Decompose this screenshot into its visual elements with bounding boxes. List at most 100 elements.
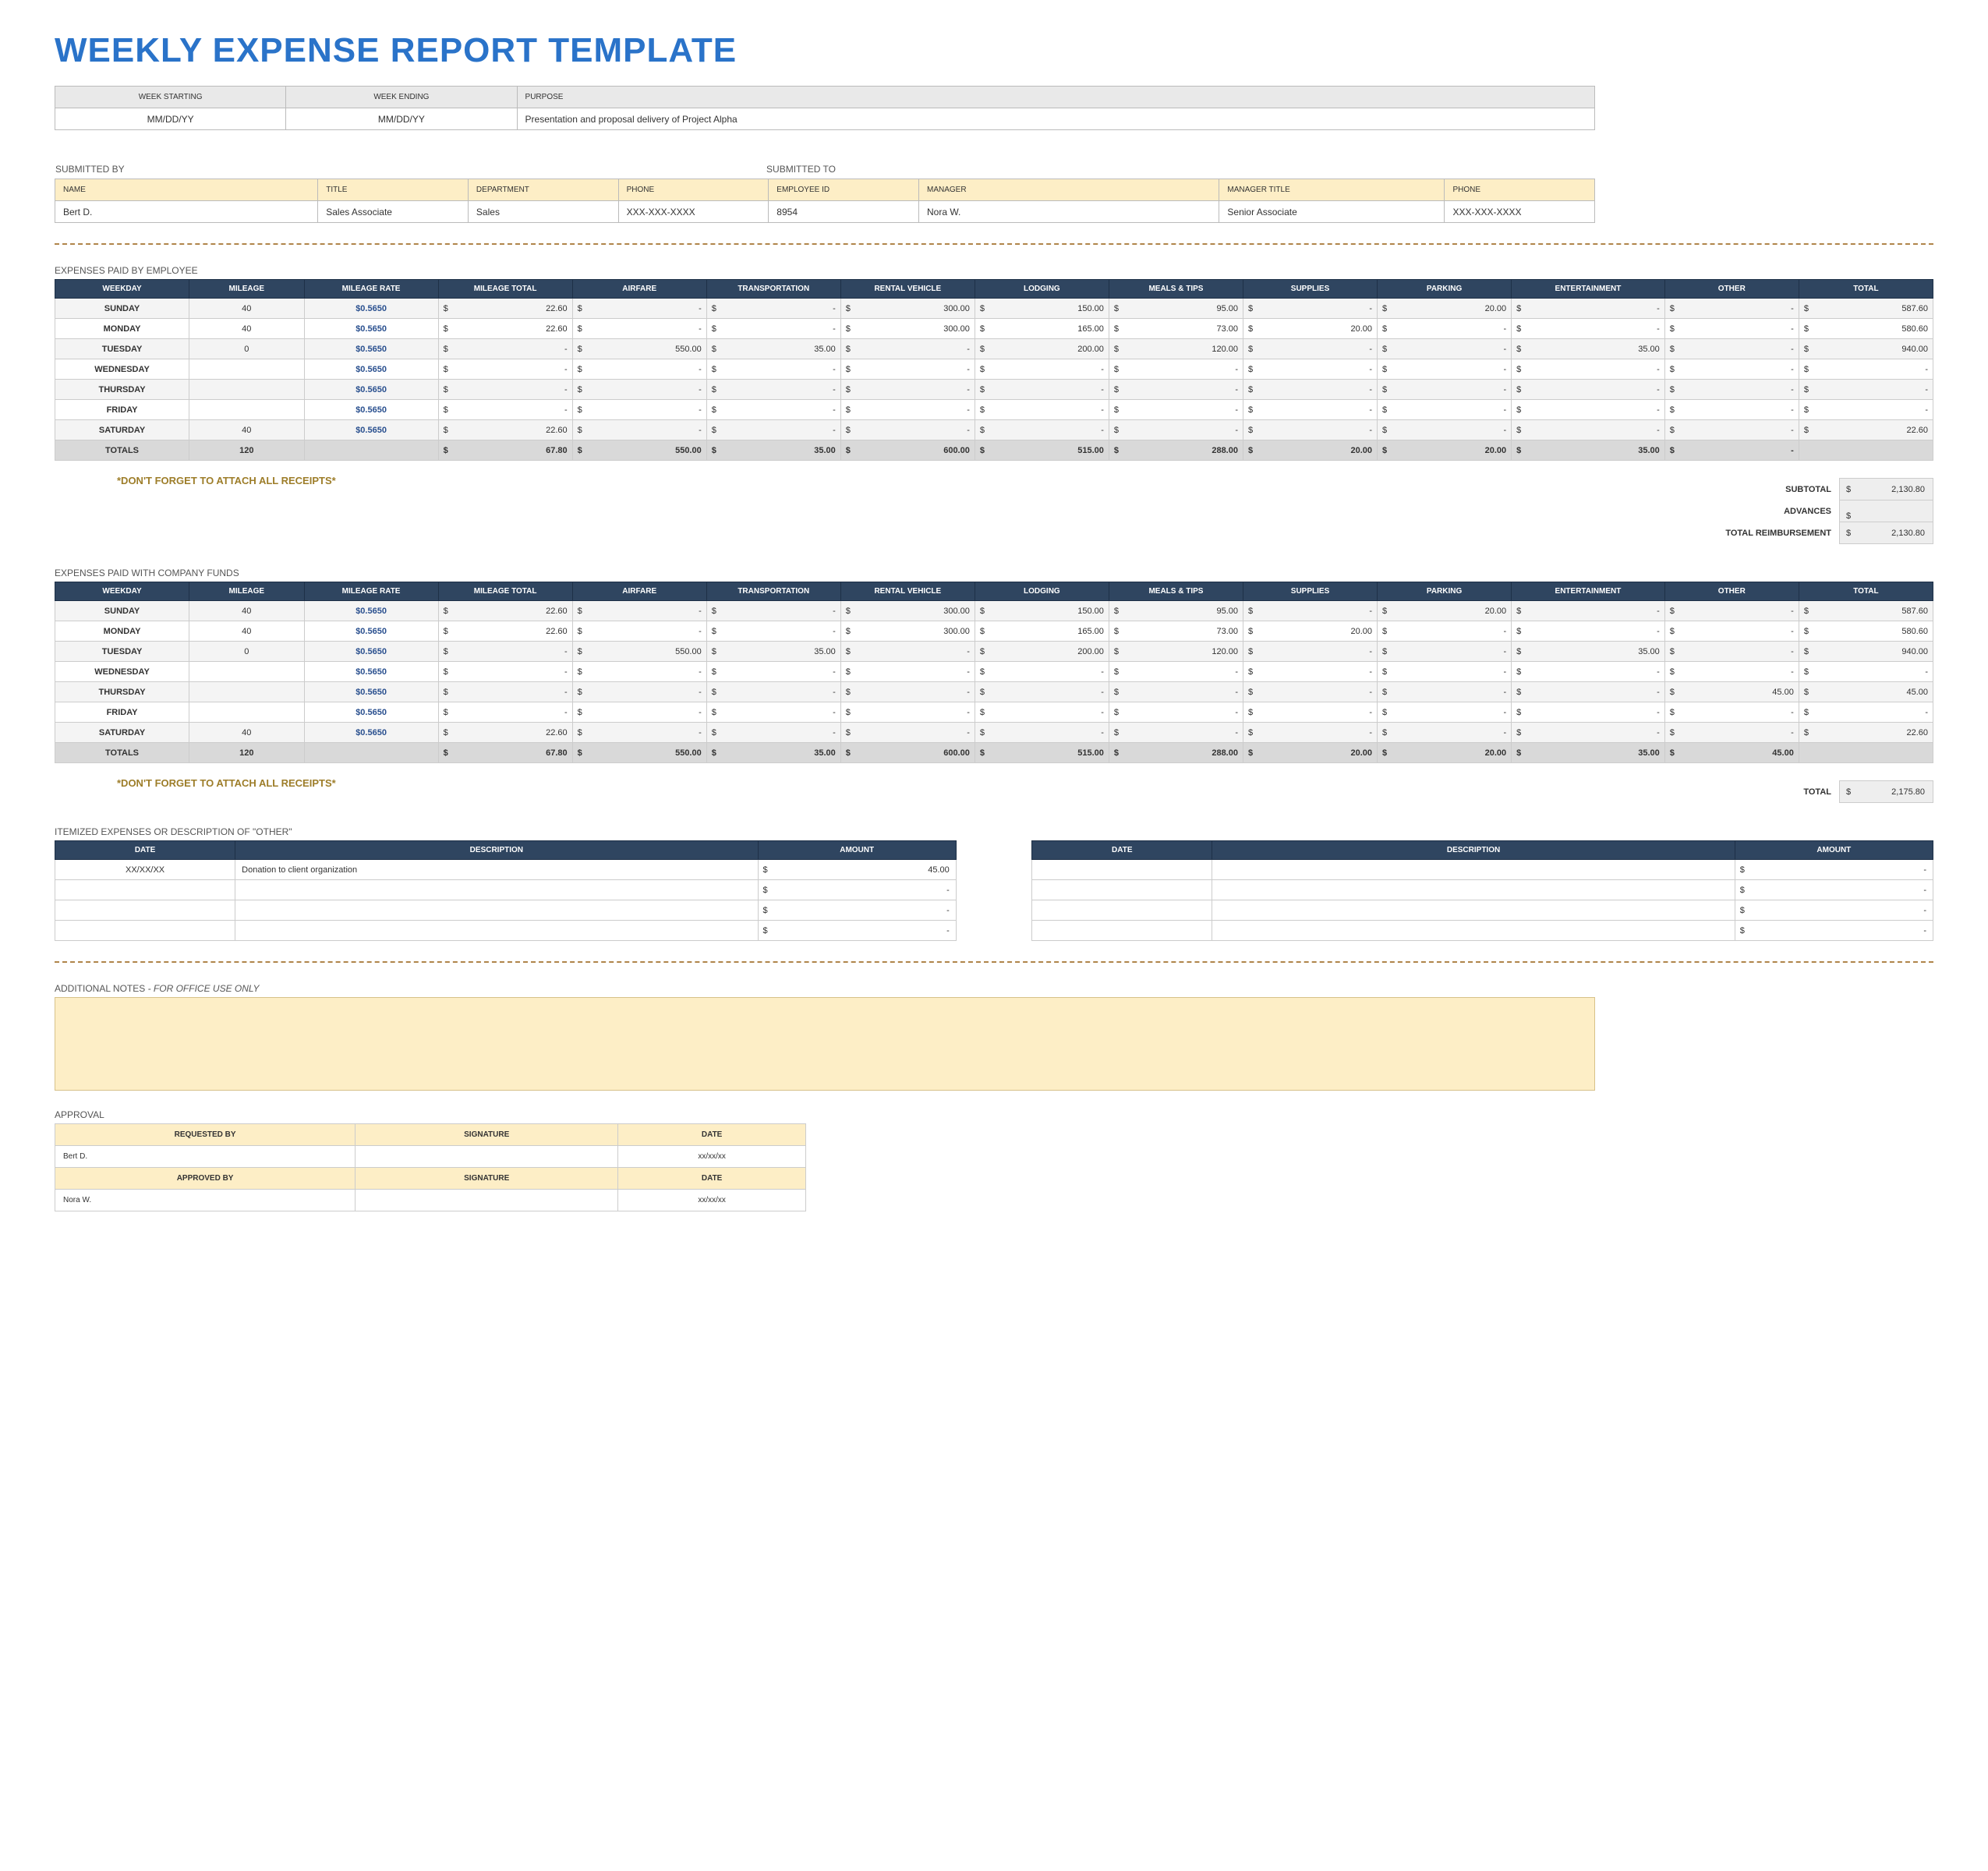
rental-cell[interactable]: 300.00 [840,621,975,642]
other-cell[interactable]: - [1664,339,1799,359]
meals-cell[interactable]: - [1109,702,1243,723]
item-date[interactable]: XX/XX/XX [55,860,235,880]
ent-cell[interactable]: - [1512,682,1665,702]
ent-cell[interactable]: - [1512,420,1665,440]
rental-cell[interactable]: 300.00 [840,299,975,319]
lodg-cell[interactable]: - [975,682,1109,702]
other-cell[interactable]: - [1664,621,1799,642]
mileage-cell[interactable]: 40 [189,621,304,642]
park-cell[interactable]: - [1378,682,1512,702]
supp-cell[interactable]: - [1243,359,1377,380]
meals-cell[interactable]: - [1109,682,1243,702]
manager-title-value[interactable]: Senior Associate [1219,201,1445,223]
mileage-cell[interactable]: 0 [189,642,304,662]
meals-cell[interactable]: 73.00 [1109,621,1243,642]
item-date[interactable] [55,880,235,900]
item-amount[interactable]: - [1735,921,1933,941]
week-end-value[interactable]: MM/DD/YY [286,108,517,130]
other-cell[interactable]: - [1664,400,1799,420]
trans-cell[interactable]: - [706,662,840,682]
requested-by-name[interactable]: Bert D. [55,1146,356,1168]
advances-value[interactable] [1840,500,1933,522]
other-cell[interactable]: - [1664,299,1799,319]
supp-cell[interactable]: - [1243,420,1377,440]
item-amount[interactable]: - [758,880,956,900]
item-amount[interactable]: 45.00 [758,860,956,880]
trans-cell[interactable]: - [706,400,840,420]
other-cell[interactable]: - [1664,662,1799,682]
park-cell[interactable]: - [1378,400,1512,420]
rental-cell[interactable]: - [840,682,975,702]
mileage-cell[interactable]: 40 [189,420,304,440]
ent-cell[interactable]: - [1512,662,1665,682]
air-cell[interactable]: 550.00 [572,642,706,662]
phone-value[interactable]: XXX-XXX-XXXX [618,201,769,223]
rental-cell[interactable]: - [840,380,975,400]
rental-cell[interactable]: - [840,723,975,743]
approved-by-date[interactable]: xx/xx/xx [618,1190,806,1211]
item-desc[interactable] [1212,900,1735,921]
item-desc[interactable]: Donation to client organization [235,860,758,880]
park-cell[interactable]: 20.00 [1378,299,1512,319]
purpose-value[interactable]: Presentation and proposal delivery of Pr… [517,108,1595,130]
mileage-cell[interactable] [189,682,304,702]
trans-cell[interactable]: - [706,621,840,642]
rental-cell[interactable]: - [840,400,975,420]
supp-cell[interactable]: - [1243,702,1377,723]
lodg-cell[interactable]: - [975,380,1109,400]
air-cell[interactable]: - [572,400,706,420]
air-cell[interactable]: - [572,682,706,702]
rental-cell[interactable]: - [840,359,975,380]
air-cell[interactable]: - [572,359,706,380]
park-cell[interactable]: - [1378,723,1512,743]
lodg-cell[interactable]: 150.00 [975,299,1109,319]
mileage-cell[interactable]: 40 [189,299,304,319]
park-cell[interactable]: 20.00 [1378,601,1512,621]
mileage-cell[interactable]: 40 [189,319,304,339]
rental-cell[interactable]: - [840,339,975,359]
park-cell[interactable]: - [1378,420,1512,440]
notes-box[interactable] [55,997,1595,1091]
meals-cell[interactable]: - [1109,420,1243,440]
other-cell[interactable]: - [1664,319,1799,339]
item-desc[interactable] [1212,860,1735,880]
approved-by-name[interactable]: Nora W. [55,1190,356,1211]
park-cell[interactable]: - [1378,319,1512,339]
other-cell[interactable]: - [1664,380,1799,400]
requested-by-date[interactable]: xx/xx/xx [618,1146,806,1168]
rental-cell[interactable]: - [840,642,975,662]
meals-cell[interactable]: 120.00 [1109,339,1243,359]
ent-cell[interactable]: - [1512,702,1665,723]
lodg-cell[interactable]: 200.00 [975,339,1109,359]
approved-by-sig[interactable] [356,1190,618,1211]
park-cell[interactable]: - [1378,702,1512,723]
mileage-cell[interactable] [189,702,304,723]
other-cell[interactable]: 45.00 [1664,682,1799,702]
air-cell[interactable]: - [572,420,706,440]
lodg-cell[interactable]: 165.00 [975,621,1109,642]
mileage-cell[interactable] [189,400,304,420]
park-cell[interactable]: - [1378,380,1512,400]
trans-cell[interactable]: - [706,702,840,723]
other-cell[interactable]: - [1664,723,1799,743]
trans-cell[interactable]: - [706,380,840,400]
name-value[interactable]: Bert D. [55,201,318,223]
park-cell[interactable]: - [1378,339,1512,359]
park-cell[interactable]: - [1378,662,1512,682]
supp-cell[interactable]: 20.00 [1243,621,1377,642]
item-date[interactable] [1032,900,1212,921]
other-cell[interactable]: - [1664,601,1799,621]
supp-cell[interactable]: - [1243,339,1377,359]
item-desc[interactable] [1212,921,1735,941]
item-amount[interactable]: - [1735,880,1933,900]
manager-phone-value[interactable]: XXX-XXX-XXXX [1445,201,1595,223]
meals-cell[interactable]: 120.00 [1109,642,1243,662]
park-cell[interactable]: - [1378,642,1512,662]
rental-cell[interactable]: - [840,420,975,440]
air-cell[interactable]: - [572,621,706,642]
supp-cell[interactable]: - [1243,642,1377,662]
trans-cell[interactable]: - [706,420,840,440]
item-date[interactable] [1032,921,1212,941]
item-desc[interactable] [1212,880,1735,900]
park-cell[interactable]: - [1378,359,1512,380]
